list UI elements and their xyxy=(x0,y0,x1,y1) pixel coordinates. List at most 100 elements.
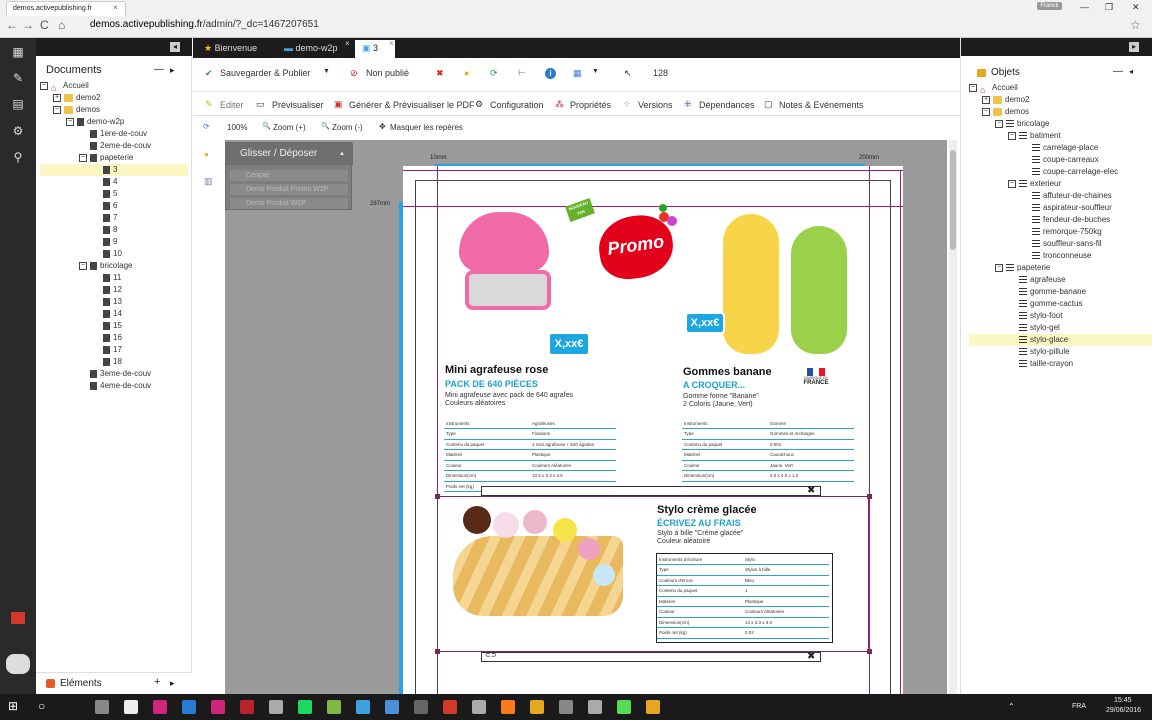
collapse-icon[interactable]: − xyxy=(79,153,87,162)
tree-item[interactable]: stylo-gel xyxy=(969,322,1152,334)
taskbar-app-icon[interactable] xyxy=(472,700,486,714)
tree-item[interactable]: souffleur-sans-fil xyxy=(969,238,1152,250)
move-handle-icon[interactable]: ✖ xyxy=(807,485,815,496)
layout-dropdown-icon[interactable]: ▼ xyxy=(592,68,599,75)
collapse-icon[interactable]: ▲ xyxy=(339,143,345,165)
tree-item[interactable]: 6 xyxy=(40,200,188,212)
taskbar-app-icon[interactable] xyxy=(414,700,428,714)
window-close-icon[interactable]: ✕ xyxy=(1132,2,1140,13)
delete-icon[interactable]: ✖ xyxy=(436,68,444,79)
minimize-panel-icon[interactable]: — xyxy=(154,64,164,75)
browser-tab[interactable]: demos.activepublishing.fr xyxy=(6,1,126,16)
home-icon[interactable]: ⌂ xyxy=(58,18,65,32)
tree-item[interactable]: remorque-750kg xyxy=(969,226,1152,238)
notes-events-button[interactable]: Notes & Evénements xyxy=(779,100,864,110)
configuration-button[interactable]: Configuration xyxy=(490,100,544,110)
tree-item[interactable]: − bricolage xyxy=(969,118,1152,130)
preview-button[interactable]: Prévisualiser xyxy=(272,100,324,110)
tree-item[interactable]: coupe-carrelage-elec xyxy=(969,166,1152,178)
tree-item[interactable]: 5 xyxy=(40,188,188,200)
language-indicator[interactable]: FRA xyxy=(1072,703,1086,710)
tree-item[interactable]: − batiment xyxy=(969,130,1152,142)
tree-item[interactable]: + demo2 xyxy=(40,92,188,104)
taskbar-app-icon[interactable] xyxy=(617,700,631,714)
tree-item[interactable]: 8 xyxy=(40,224,188,236)
tree-item[interactable]: 9 xyxy=(40,236,188,248)
tab-close-icon[interactable]: × xyxy=(113,3,118,12)
collapse-icon[interactable]: − xyxy=(53,105,61,114)
bookmark-star-icon[interactable]: ☆ xyxy=(1130,18,1141,32)
reload-icon[interactable]: C xyxy=(40,18,49,32)
tree-item[interactable]: − demos xyxy=(969,106,1152,118)
collapse-icon[interactable]: − xyxy=(1008,131,1016,140)
tree-item[interactable]: 11 xyxy=(40,272,188,284)
properties-button[interactable]: Propriétés xyxy=(570,100,611,110)
tab-close-icon[interactable]: × xyxy=(389,39,394,48)
tree-item[interactable]: 13 xyxy=(40,296,188,308)
stats-icon[interactable]: ▤ xyxy=(10,96,26,112)
forward-icon[interactable]: → xyxy=(22,18,34,32)
add-element-icon[interactable]: + xyxy=(154,676,160,688)
tree-item[interactable]: 3eme-de-couv xyxy=(40,368,188,380)
taskbar-app-icon[interactable] xyxy=(327,700,341,714)
tree-item[interactable]: 16 xyxy=(40,332,188,344)
taskbar-app-icon[interactable] xyxy=(298,700,312,714)
resize-handle[interactable] xyxy=(435,494,440,499)
save-dropdown-icon[interactable]: ▼ xyxy=(323,68,330,75)
taskbar-app-icon[interactable] xyxy=(182,700,196,714)
drag-drop-header[interactable]: Glisser / Déposer ▲ xyxy=(226,143,353,165)
page-canvas[interactable]: Glisser / Déposer ▲ Cenpac Demo Produit P… xyxy=(225,140,947,696)
search-icon[interactable]: ○ xyxy=(38,699,45,713)
scrollbar-thumb[interactable] xyxy=(950,150,956,250)
resize-handle[interactable] xyxy=(435,649,440,654)
tree-item[interactable]: − demo-w2p xyxy=(40,116,188,128)
taskbar-app-icon[interactable] xyxy=(559,700,573,714)
taskbar-app-icon[interactable] xyxy=(95,700,109,714)
drag-item-cenpac[interactable]: Cenpac xyxy=(230,170,348,181)
collapse-icon[interactable]: − xyxy=(982,107,990,116)
tree-item[interactable]: 3 xyxy=(40,164,188,176)
tree-item[interactable]: − papeterie xyxy=(969,262,1152,274)
tree-item[interactable]: 17 xyxy=(40,344,188,356)
tree-item[interactable]: 7 xyxy=(40,212,188,224)
move-handle-icon[interactable]: ✖ xyxy=(807,651,815,662)
tree-item[interactable]: carrelage-place xyxy=(969,142,1152,154)
tab-demo-w2p[interactable]: ▬ demo-w2p xyxy=(277,40,345,58)
resize-handle[interactable] xyxy=(867,649,872,654)
maximize-icon[interactable]: ❐ xyxy=(1105,2,1113,13)
rotate-handle-icon[interactable]: ⊂⊃ xyxy=(485,651,497,659)
frame-handle-bar[interactable] xyxy=(481,652,821,662)
expand-icon[interactable]: + xyxy=(982,95,990,104)
tree-item[interactable]: gomme-banane xyxy=(969,286,1152,298)
tree-item[interactable]: stylo-pillule xyxy=(969,346,1152,358)
tip-bulb-icon[interactable]: ● xyxy=(204,150,209,159)
expand-icon[interactable]: + xyxy=(53,93,61,102)
collapse-panel-icon[interactable]: ◂ xyxy=(170,42,180,52)
back-icon[interactable]: ← xyxy=(6,18,18,32)
collapse-icon[interactable]: − xyxy=(995,119,1003,128)
collapse-icon[interactable]: − xyxy=(995,263,1003,272)
tree-item[interactable]: aspirateur-souffleur xyxy=(969,202,1152,214)
tree-item[interactable]: − demos xyxy=(40,104,188,116)
tree-item[interactable]: affuteur-de-chaines xyxy=(969,190,1152,202)
tree-item[interactable]: 10 xyxy=(40,248,188,260)
canvas-scrollbar[interactable] xyxy=(949,140,957,694)
info-icon[interactable]: i xyxy=(545,68,556,79)
clock-date[interactable]: 29/06/2016 xyxy=(1106,707,1141,714)
tools-icon[interactable]: ✎ xyxy=(10,70,26,86)
search-icon[interactable]: ⚲ xyxy=(10,149,26,165)
tab-bienvenue[interactable]: ★ Bienvenue xyxy=(197,40,264,58)
clock-time[interactable]: 15:45 xyxy=(1114,697,1132,704)
tab-close-icon[interactable]: × xyxy=(345,39,350,48)
collapse-panel-icon[interactable]: ▸ xyxy=(1129,42,1139,52)
drag-item-produit[interactable]: Demo Produit W2P xyxy=(230,198,348,209)
address-bar[interactable]: demos.activepublishing.fr/admin/?_dc=146… xyxy=(90,19,319,30)
tree-item[interactable]: taille-crayon xyxy=(969,358,1152,370)
tree-item[interactable]: tronconneuse xyxy=(969,250,1152,262)
resize-handle[interactable] xyxy=(867,494,872,499)
taskbar-app-icon[interactable] xyxy=(211,700,225,714)
refresh-icon[interactable]: ⟳ xyxy=(490,68,498,79)
tree-item[interactable]: 14 xyxy=(40,308,188,320)
minimize-icon[interactable]: — xyxy=(1080,2,1089,12)
tree-item[interactable]: − ⌂ Accueil xyxy=(969,82,1152,95)
